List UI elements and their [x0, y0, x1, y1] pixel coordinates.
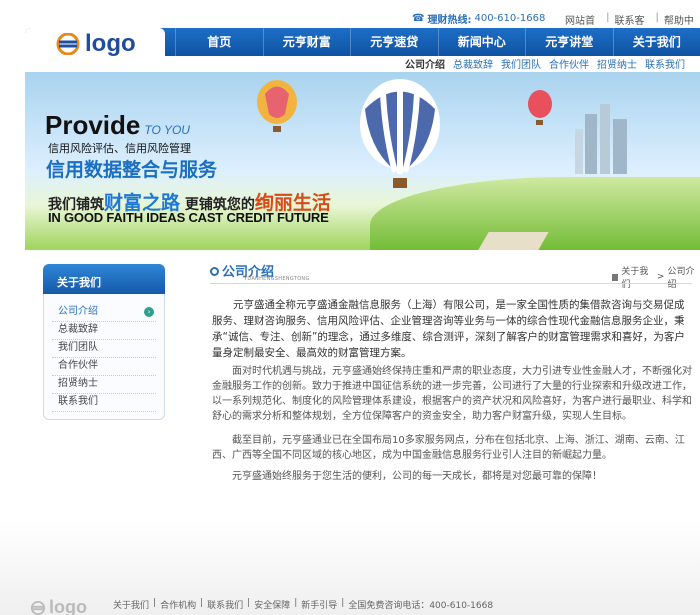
subnav-item-intro[interactable]: 公司介绍 — [405, 56, 445, 71]
home-icon — [612, 273, 619, 281]
breadcrumb: 关于我们 > 公司介绍 — [612, 264, 700, 290]
to-you-text: TO YOU — [144, 123, 190, 137]
sidebar-item-label: 公司介绍 — [58, 306, 98, 317]
logo-icon — [30, 600, 46, 615]
phone-icon: ☎ — [412, 13, 425, 24]
sidebar-item-contact[interactable]: 联系我们 — [52, 394, 156, 412]
footer-logo-text: logo — [49, 597, 87, 615]
footer-link-contact[interactable]: 联系我们 — [207, 598, 243, 611]
logo-icon — [56, 33, 80, 55]
hotline: ☎ 理财热线: 400-610-1668 — [412, 11, 545, 26]
title-ring-icon — [210, 267, 219, 276]
sidebar-title: 关于我们 — [43, 264, 165, 294]
sidebar-item-partners[interactable]: 合作伙伴 — [52, 358, 156, 376]
paragraph-4: 元亨盛通始终服务于您生活的便利，公司的每一天成长，都将是对您最可靠的保障！ — [232, 471, 602, 482]
hotline-label: 理财热线: — [427, 15, 472, 26]
banner-slogan: 信用数据整合与服务 — [46, 159, 218, 181]
subnav-item-speech[interactable]: 总裁致辞 — [453, 56, 493, 71]
divider: | — [153, 598, 157, 608]
subnav-item-team[interactable]: 我们团队 — [501, 56, 541, 71]
page-subtitle: YUANHENGSHENGTONG — [244, 276, 310, 282]
divider: | — [200, 598, 204, 608]
footer-link-security[interactable]: 安全保障 — [254, 598, 290, 611]
divider — [210, 283, 692, 284]
subnav-item-partners[interactable]: 合作伙伴 — [549, 56, 589, 71]
paragraph-1: 元亨盛通全称元亨盛通金融信息服务（上海）有限公司，是一家全国性质的集借款咨询与交… — [212, 299, 685, 359]
divider: | — [294, 598, 298, 608]
banner-english: IN GOOD FAITH IDEAS CAST CREDIT FUTURE — [48, 210, 329, 225]
breadcrumb-separator: > — [656, 272, 665, 282]
sub-nav: 公司介绍 总裁致辞 我们团队 合作伙伴 招贤纳士 联系我们 — [25, 56, 700, 71]
logo-text: logo — [85, 30, 136, 57]
arrow-right-icon: › — [144, 307, 154, 317]
banner-headline: Provide TO YOU — [45, 110, 190, 141]
footer-logo[interactable]: logo — [30, 597, 87, 615]
footer-phone: 全国免费咨询电话：400-610-1668 — [348, 601, 494, 611]
paragraph-3: 截至目前，元亨盛通业已在全国布局10多家服务网点，分布在包括北京、上海、浙江、湖… — [212, 435, 685, 461]
hotline-number: 400-610-1668 — [474, 13, 546, 24]
subnav-item-jobs[interactable]: 招贤纳士 — [597, 56, 637, 71]
divider: | — [341, 598, 345, 608]
sidebar-item-speech[interactable]: 总裁致辞 — [52, 322, 156, 340]
sidebar-item-jobs[interactable]: 招贤纳士 — [52, 376, 156, 394]
breadcrumb-item-current: 公司介绍 — [667, 267, 695, 290]
footer-link-guide[interactable]: 新手引导 — [301, 598, 337, 611]
breadcrumb-item-about[interactable]: 关于我们 — [621, 264, 654, 290]
footer-link-partners[interactable]: 合作机构 — [160, 598, 196, 611]
sidebar-item-intro[interactable]: 公司介绍 › — [52, 304, 156, 322]
sidebar-list: 公司介绍 › 总裁致辞 我们团队 合作伙伴 招贤纳士 联系我们 — [52, 304, 156, 412]
sidebar-item-team[interactable]: 我们团队 — [52, 340, 156, 358]
divider: | — [247, 598, 251, 608]
footer-links: 关于我们 | 合作机构 | 联系我们 | 安全保障 | 新手引导 | 全国免费咨询电话：4… — [113, 598, 493, 611]
provide-text: Provide — [45, 110, 141, 140]
footer-link-about[interactable]: 关于我们 — [113, 598, 149, 611]
banner-subline: 信用风险评估、信用风险管理 — [48, 142, 191, 155]
subnav-item-contact[interactable]: 联系我们 — [645, 56, 685, 71]
paragraph-2: 面对时代机遇与挑战，元亨盛通始终保持庄重和严肃的职业态度，大力引进专业性金融人才… — [212, 366, 692, 422]
